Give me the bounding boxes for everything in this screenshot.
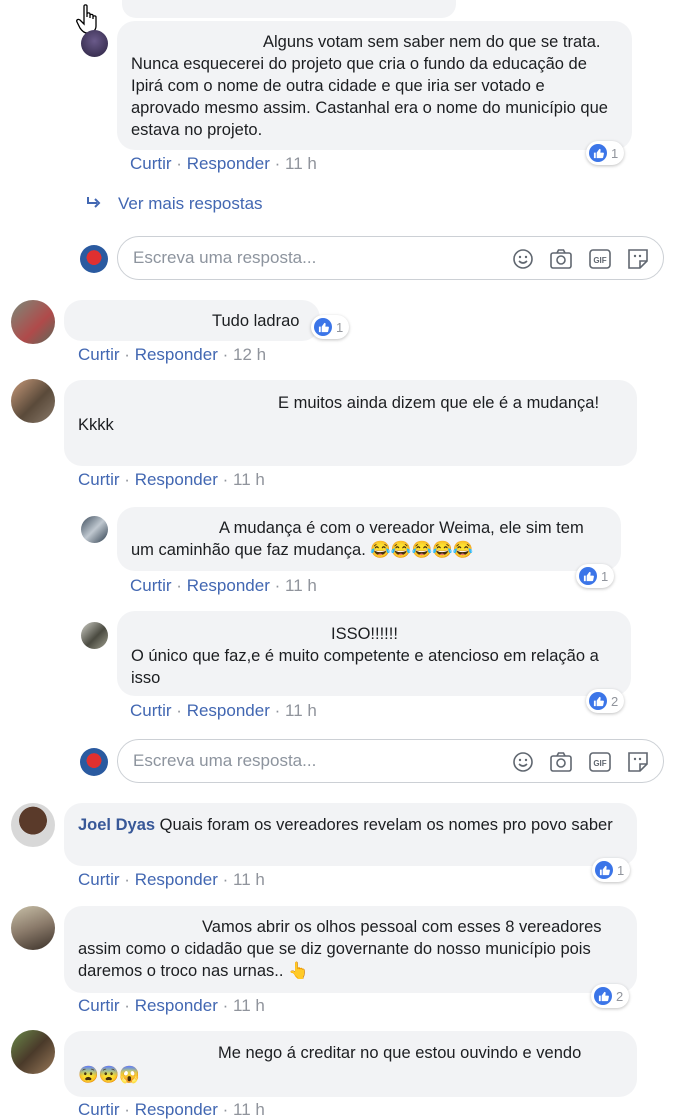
comment-text: Vamos abrir os olhos pessoal com esses 8… bbox=[78, 918, 602, 980]
sticker-icon[interactable] bbox=[626, 750, 650, 774]
reply-link[interactable]: Responder bbox=[135, 345, 218, 364]
current-user-avatar bbox=[80, 748, 108, 776]
comment-text: E muitos ainda dizem que ele é a mudança… bbox=[278, 394, 600, 412]
reaction-number: 1 bbox=[617, 862, 625, 878]
reply-link[interactable]: Responder bbox=[187, 576, 270, 595]
reply-link[interactable]: Responder bbox=[135, 470, 218, 489]
reaction-count[interactable]: 1 bbox=[592, 858, 631, 882]
comment-bubble: Alguns votam sem saber nem do que se tra… bbox=[117, 21, 632, 150]
like-link[interactable]: Curtir bbox=[78, 996, 120, 1015]
avatar[interactable] bbox=[81, 516, 108, 543]
timestamp[interactable]: 11 h bbox=[233, 1100, 265, 1119]
camera-icon[interactable] bbox=[549, 247, 573, 271]
avatar[interactable] bbox=[81, 30, 108, 57]
like-reaction-icon bbox=[594, 987, 612, 1005]
svg-text:GIF: GIF bbox=[593, 256, 606, 265]
more-replies-link[interactable]: Ver mais respostas bbox=[118, 194, 263, 214]
comment-bubble: Me nego á creditar no que estou ouvindo … bbox=[64, 1031, 637, 1097]
avatar[interactable] bbox=[11, 906, 55, 950]
comment-text: Alguns votam sem saber nem do que se tra… bbox=[131, 33, 608, 139]
timestamp[interactable]: 11 h bbox=[233, 870, 265, 889]
like-link[interactable]: Curtir bbox=[130, 701, 172, 720]
like-reaction-icon bbox=[589, 144, 607, 162]
reply-input[interactable]: Escreva uma resposta... GIF bbox=[117, 739, 664, 783]
comment-bubble: ISSO!!!!!! O único que faz,e é muito com… bbox=[117, 611, 631, 696]
comment-text: Me nego á creditar no que estou ouvindo … bbox=[218, 1044, 582, 1062]
reaction-count[interactable]: 2 bbox=[591, 984, 630, 1008]
timestamp[interactable]: 11 h bbox=[285, 576, 317, 595]
like-link[interactable]: Curtir bbox=[78, 870, 120, 889]
reply-link[interactable]: Responder bbox=[187, 154, 270, 173]
reply-link[interactable]: Responder bbox=[135, 870, 218, 889]
comment-bubble: E muitos ainda dizem que ele é a mudança… bbox=[64, 380, 637, 466]
comment-actions: Curtir · Responder · 12 h bbox=[78, 345, 267, 364]
comment-bubble: Joel Dyas Quais foram os vereadores reve… bbox=[64, 803, 637, 866]
reply-placeholder: Escreva uma resposta... bbox=[133, 248, 317, 267]
reaction-number: 1 bbox=[601, 568, 609, 584]
reply-link[interactable]: Responder bbox=[135, 1100, 218, 1119]
reaction-number: 1 bbox=[336, 319, 344, 335]
reaction-number: 2 bbox=[611, 693, 619, 709]
gif-icon[interactable]: GIF bbox=[588, 247, 612, 271]
comment-text: ISSO!!!!!! bbox=[331, 625, 398, 643]
comment-actions: Curtir · Responder · 11 h bbox=[78, 470, 265, 489]
comment-text-line2: Kkkk bbox=[78, 416, 114, 434]
avatar[interactable] bbox=[11, 803, 55, 847]
reaction-count[interactable]: 1 bbox=[586, 141, 625, 165]
like-link[interactable]: Curtir bbox=[130, 576, 172, 595]
comment-bubble: Vamos abrir os olhos pessoal com esses 8… bbox=[64, 906, 637, 993]
current-user-avatar bbox=[80, 245, 108, 273]
timestamp[interactable]: 11 h bbox=[285, 701, 317, 720]
comment-text-line2: O único que faz,e é muito competente e a… bbox=[131, 647, 599, 687]
like-link[interactable]: Curtir bbox=[78, 470, 120, 489]
comment-emoji-line: 😨😨😱 bbox=[78, 1066, 140, 1084]
avatar[interactable] bbox=[11, 1030, 55, 1074]
like-reaction-icon bbox=[579, 567, 597, 585]
like-reaction-icon bbox=[314, 318, 332, 336]
camera-icon[interactable] bbox=[549, 750, 573, 774]
comment-bubble: A mudança é com o vereador Weima, ele si… bbox=[117, 507, 621, 571]
comment-actions: Curtir · Responder · 11 h bbox=[130, 701, 317, 720]
timestamp[interactable]: 11 h bbox=[233, 470, 265, 489]
reply-arrow-icon bbox=[87, 197, 101, 208]
gif-icon[interactable]: GIF bbox=[588, 750, 612, 774]
comment-actions: Curtir · Responder · 11 h bbox=[130, 576, 317, 595]
like-link[interactable]: Curtir bbox=[78, 345, 120, 364]
comment-actions: Curtir · Responder · 11 h bbox=[78, 1100, 265, 1119]
like-reaction-icon bbox=[595, 861, 613, 879]
comment-author[interactable]: Joel Dyas bbox=[78, 816, 155, 834]
comment-text: A mudança é com o vereador Weima, ele si… bbox=[131, 519, 584, 559]
reaction-count[interactable]: 1 bbox=[576, 564, 615, 588]
reaction-number: 1 bbox=[611, 145, 619, 161]
reply-input[interactable]: Escreva uma resposta... GIF bbox=[117, 236, 664, 280]
reaction-count[interactable]: 2 bbox=[586, 689, 625, 713]
timestamp[interactable]: 12 h bbox=[233, 345, 266, 364]
like-reaction-icon bbox=[589, 692, 607, 710]
avatar[interactable] bbox=[11, 300, 55, 344]
reply-link[interactable]: Responder bbox=[135, 996, 218, 1015]
emoji-icon[interactable] bbox=[511, 750, 535, 774]
timestamp[interactable]: 11 h bbox=[233, 996, 265, 1015]
reaction-count[interactable]: 1 bbox=[311, 315, 350, 339]
avatar[interactable] bbox=[81, 622, 108, 649]
comment-text: Quais foram os vereadores revelam os nom… bbox=[159, 816, 613, 834]
svg-text:GIF: GIF bbox=[593, 759, 606, 768]
reaction-number: 2 bbox=[616, 988, 624, 1004]
like-link[interactable]: Curtir bbox=[130, 154, 172, 173]
avatar[interactable] bbox=[11, 379, 55, 423]
timestamp[interactable]: 11 h bbox=[285, 154, 317, 173]
comment-bubble: Tudo ladrao bbox=[64, 300, 320, 341]
comment-actions: Curtir · Responder · 11 h bbox=[130, 154, 317, 173]
comment-actions: Curtir · Responder · 11 h bbox=[78, 870, 265, 889]
like-link[interactable]: Curtir bbox=[78, 1100, 120, 1119]
sticker-icon[interactable] bbox=[626, 247, 650, 271]
comment-actions: Curtir · Responder · 11 h bbox=[78, 996, 265, 1015]
comment-text: Tudo ladrao bbox=[212, 312, 300, 330]
cropped-bubble-top bbox=[122, 0, 456, 18]
reply-placeholder: Escreva uma resposta... bbox=[133, 751, 317, 770]
reply-link[interactable]: Responder bbox=[187, 701, 270, 720]
emoji-icon[interactable] bbox=[511, 247, 535, 271]
